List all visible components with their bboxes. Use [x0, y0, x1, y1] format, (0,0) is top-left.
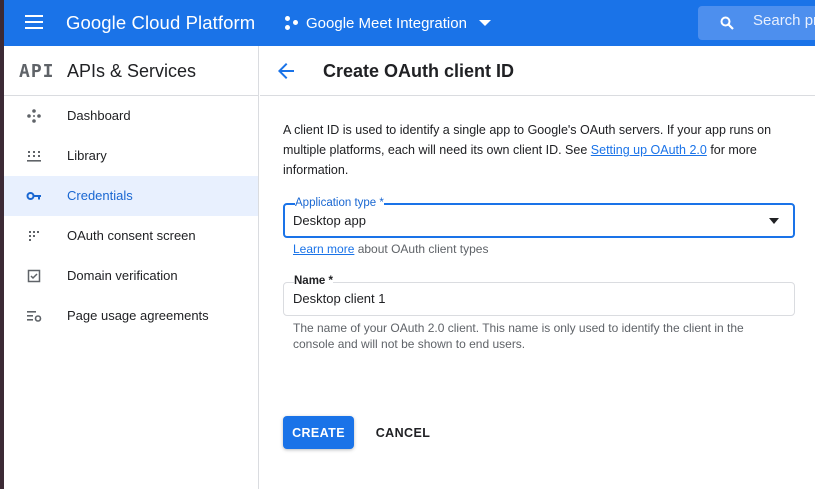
sidebar-item-credentials[interactable]: Credentials [4, 176, 258, 216]
cancel-button[interactable]: CANCEL [368, 416, 438, 449]
name-field[interactable]: Name * [283, 274, 795, 316]
consent-icon [29, 231, 39, 241]
settings-list-icon [27, 311, 42, 322]
create-button[interactable]: CREATE [283, 416, 354, 449]
key-icon [26, 192, 41, 200]
search-input[interactable] [753, 12, 815, 29]
sidebar-item-library[interactable]: Library [4, 136, 258, 176]
learn-more-link[interactable]: Learn more [293, 242, 354, 256]
application-type-value: Desktop app [293, 213, 366, 228]
sidebar-item-domain-verification[interactable]: Domain verification [4, 256, 258, 296]
sidebar-item-label: Page usage agreements [67, 308, 209, 323]
dropdown-arrow-icon [769, 218, 779, 224]
sidebar-item-dashboard[interactable]: Dashboard [4, 96, 258, 136]
brand-title[interactable]: Google Cloud Platform [66, 12, 255, 34]
checkbox-icon [27, 269, 41, 283]
library-icon [27, 151, 41, 162]
sidebar-item-oauth-consent[interactable]: OAuth consent screen [4, 216, 258, 256]
menu-icon[interactable] [22, 13, 48, 33]
search-bar[interactable] [698, 6, 815, 40]
sidebar-item-label: Dashboard [67, 108, 131, 123]
name-label: Name * [294, 274, 333, 288]
project-icon [284, 15, 300, 31]
dashboard-icon [27, 109, 41, 123]
application-type-select[interactable]: Application type * Desktop app [283, 196, 795, 238]
top-bar: Google Cloud Platform Google Meet Integr… [4, 0, 815, 46]
sidebar-nav: Dashboard Library Credentials OAuth cons… [4, 96, 258, 336]
sidebar-item-label: Credentials [67, 188, 133, 203]
page-title: Create OAuth client ID [323, 61, 515, 81]
sidebar-item-label: Library [67, 148, 107, 163]
form-content: A client ID is used to identify a single… [283, 120, 795, 449]
sidebar: API APIs & Services Dashboard Library Cr… [4, 46, 259, 489]
sidebar-item-label: OAuth consent screen [67, 228, 196, 243]
api-logo: API [19, 61, 55, 82]
project-selector[interactable]: Google Meet Integration [280, 8, 491, 38]
main-panel: Create OAuth client ID A client ID is us… [260, 46, 815, 489]
app-window: Google Cloud Platform Google Meet Integr… [0, 0, 815, 489]
sidebar-item-label: Domain verification [67, 268, 178, 283]
application-type-label: Application type * [295, 196, 384, 210]
app-type-helper: Learn more about OAuth client types [293, 242, 488, 256]
name-input[interactable] [293, 291, 773, 306]
back-arrow-icon[interactable] [274, 59, 298, 83]
sidebar-item-page-usage[interactable]: Page usage agreements [4, 296, 258, 336]
section-title: APIs & Services [67, 61, 197, 81]
page-description: A client ID is used to identify a single… [283, 120, 793, 180]
name-hint: The name of your OAuth 2.0 client. This … [293, 321, 744, 351]
learn-more-text: about OAuth client types [354, 242, 489, 256]
search-icon [720, 16, 734, 30]
page-header: Create OAuth client ID [260, 46, 815, 96]
sidebar-header: API APIs & Services [4, 46, 258, 96]
project-name: Google Meet Integration [306, 14, 467, 32]
setup-oauth-link[interactable]: Setting up OAuth 2.0 [591, 143, 707, 157]
chevron-down-icon [478, 20, 491, 26]
